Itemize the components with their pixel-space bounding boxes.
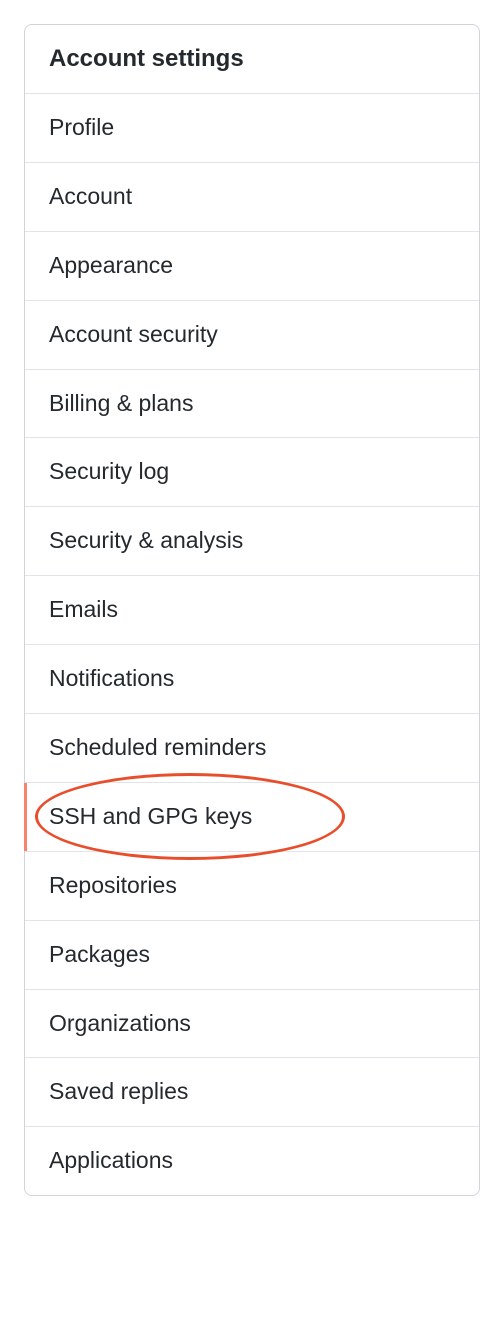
menu-item-applications[interactable]: Applications	[25, 1127, 479, 1195]
menu-item-security-analysis[interactable]: Security & analysis	[25, 507, 479, 576]
menu-item-organizations[interactable]: Organizations	[25, 990, 479, 1059]
menu-item-account-security[interactable]: Account security	[25, 301, 479, 370]
menu-header: Account settings	[25, 25, 479, 94]
menu-item-scheduled-reminders[interactable]: Scheduled reminders	[25, 714, 479, 783]
menu-item-notifications[interactable]: Notifications	[25, 645, 479, 714]
menu-item-billing-plans[interactable]: Billing & plans	[25, 370, 479, 439]
menu-item-saved-replies[interactable]: Saved replies	[25, 1058, 479, 1127]
menu-item-ssh-gpg-keys[interactable]: SSH and GPG keys	[25, 783, 479, 852]
menu-item-packages[interactable]: Packages	[25, 921, 479, 990]
menu-item-repositories[interactable]: Repositories	[25, 852, 479, 921]
menu-item-account[interactable]: Account	[25, 163, 479, 232]
menu-item-profile[interactable]: Profile	[25, 94, 479, 163]
menu-item-appearance[interactable]: Appearance	[25, 232, 479, 301]
account-settings-menu: Account settings Profile Account Appeara…	[24, 24, 480, 1196]
menu-item-emails[interactable]: Emails	[25, 576, 479, 645]
menu-item-security-log[interactable]: Security log	[25, 438, 479, 507]
